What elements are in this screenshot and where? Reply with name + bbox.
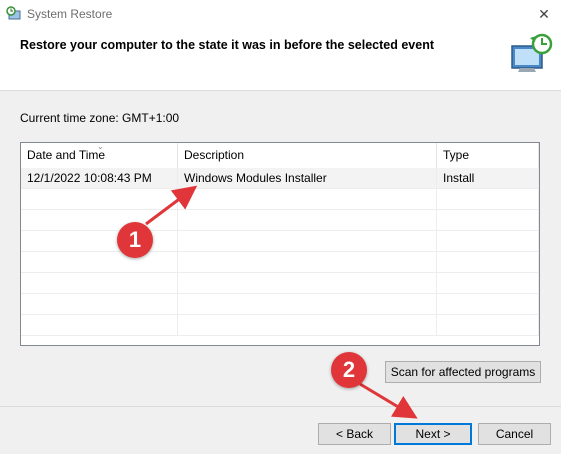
next-button[interactable]: Next > xyxy=(394,423,472,445)
cell-date: 12/1/2022 10:08:43 PM xyxy=(21,168,178,188)
table-row[interactable]: 12/1/2022 10:08:43 PM Windows Modules In… xyxy=(21,168,539,189)
sort-chevron-icon: ⌄ xyxy=(97,142,104,151)
column-header-type[interactable]: Type xyxy=(437,143,539,168)
page-title: Restore your computer to the state it wa… xyxy=(20,38,434,52)
arrow-to-next-button xyxy=(359,382,418,419)
restore-points-table[interactable]: ⌄ Date and Time Description Type 12/1/20… xyxy=(20,142,540,346)
system-restore-icon xyxy=(6,6,22,22)
scan-affected-programs-button[interactable]: Scan for affected programs xyxy=(385,361,541,383)
empty-row xyxy=(21,231,539,252)
column-header-date[interactable]: ⌄ Date and Time xyxy=(21,143,178,168)
empty-row xyxy=(21,210,539,231)
step-badge-2: 2 xyxy=(331,352,367,388)
empty-row xyxy=(21,252,539,273)
cell-type: Install xyxy=(437,168,539,188)
step-badge-1: 1 xyxy=(117,222,153,258)
wizard-header: Restore your computer to the state it wa… xyxy=(0,28,561,91)
timezone-label: Current time zone: GMT+1:00 xyxy=(20,111,180,125)
table-header: ⌄ Date and Time Description Type xyxy=(21,143,539,169)
footer-divider xyxy=(0,406,561,407)
empty-row xyxy=(21,294,539,315)
close-icon: ✕ xyxy=(538,5,550,22)
empty-row xyxy=(21,273,539,294)
close-button[interactable]: ✕ xyxy=(527,0,561,28)
cancel-button[interactable]: Cancel xyxy=(478,423,551,445)
column-header-description[interactable]: Description xyxy=(178,143,437,168)
empty-row xyxy=(21,315,539,336)
title-bar: System Restore ✕ xyxy=(0,0,561,28)
restore-computer-icon xyxy=(506,32,554,80)
back-button[interactable]: < Back xyxy=(318,423,391,445)
window-title: System Restore xyxy=(27,7,113,21)
table-body: 12/1/2022 10:08:43 PM Windows Modules In… xyxy=(21,168,539,336)
empty-row xyxy=(21,189,539,210)
cell-description: Windows Modules Installer xyxy=(178,168,437,188)
